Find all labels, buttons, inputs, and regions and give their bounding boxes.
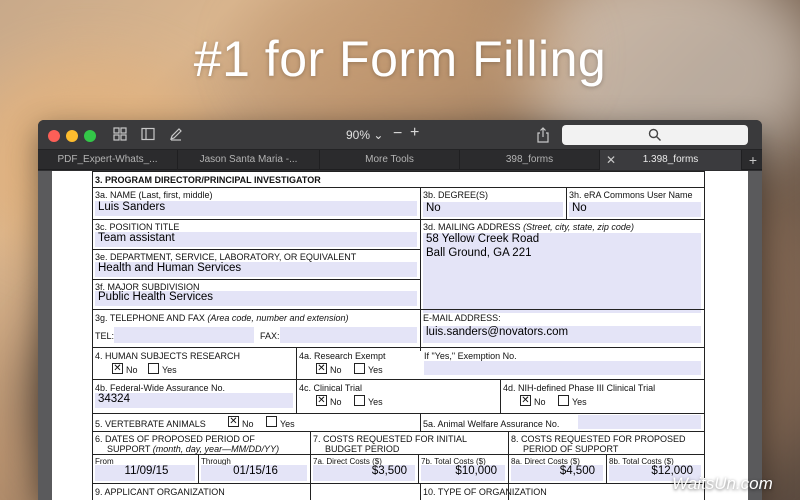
- direct-costs-8a-field[interactable]: $4,500: [511, 465, 603, 481]
- label-4a-research-exempt: 4a. Research Exempt: [299, 351, 386, 361]
- search-icon: [648, 128, 661, 141]
- search-field[interactable]: [562, 125, 748, 145]
- yes-label: Yes: [162, 365, 177, 375]
- label-3a-name: 3a. NAME (Last, first, middle): [95, 190, 213, 200]
- label-4c-clinical-trial: 4c. Clinical Trial: [299, 383, 363, 393]
- vertebrate-no-checkbox[interactable]: [228, 416, 239, 427]
- section-3-heading: 3. PROGRAM DIRECTOR/PRINCIPAL INVESTIGAT…: [95, 175, 321, 185]
- label-3g-telephone: 3g. TELEPHONE AND FAX (Area code, number…: [95, 313, 349, 323]
- watermark: WaitsUn.com: [672, 474, 773, 493]
- yes-label: Yes: [280, 419, 295, 429]
- tab-more-tools[interactable]: More Tools: [320, 150, 460, 170]
- from-date-field[interactable]: 11/09/15: [95, 465, 195, 481]
- tab-bar: PDF_Expert-Whats_... Jason Santa Maria -…: [38, 150, 762, 170]
- research-exempt-no-checkbox[interactable]: [316, 363, 327, 374]
- label-3c-position: 3c. POSITION TITLE: [95, 222, 180, 232]
- yes-label: Yes: [368, 365, 383, 375]
- clinical-trial-no-checkbox[interactable]: [316, 395, 327, 406]
- email-label: E-MAIL ADDRESS:: [423, 313, 501, 323]
- label-10-org-type: 10. TYPE OF ORGANIZATION: [423, 487, 547, 497]
- label-4d-phase-iii: 4d. NIH-defined Phase III Clinical Trial: [503, 383, 656, 393]
- direct-costs-7a-field[interactable]: $3,500: [313, 465, 415, 481]
- no-label: No: [126, 365, 138, 375]
- annotate-pen-icon[interactable]: [168, 127, 184, 143]
- label-7-costs: 7. COSTS REQUESTED FOR INITIAL: [313, 434, 468, 444]
- label-3d-mailing: 3d. MAILING ADDRESS (Street, city, state…: [423, 222, 634, 232]
- tab-1-398-forms[interactable]: 1.398_forms: [600, 150, 742, 170]
- tab-398-forms[interactable]: 398_forms: [460, 150, 600, 170]
- clinical-trial-yes-checkbox[interactable]: [354, 395, 365, 406]
- exemption-no-field[interactable]: [424, 361, 701, 375]
- zoom-level-value: 90%: [346, 128, 371, 142]
- fax-label: FAX:: [260, 331, 280, 341]
- yes-label: Yes: [368, 397, 383, 407]
- name-field[interactable]: Luis Sanders: [95, 201, 417, 216]
- label-3e-department: 3e. DEPARTMENT, SERVICE, LABORATORY, OR …: [95, 252, 357, 262]
- mailing-address-line2: Ball Ground, GA 221: [426, 247, 532, 259]
- app-window: 90% ⌄ − + PDF_Expert-Whats_... Jason San…: [38, 120, 762, 500]
- human-subjects-yes-checkbox[interactable]: [148, 363, 159, 374]
- hero-title: #1 for Form Filling: [193, 31, 607, 87]
- label-3h-era-commons: 3h. eRA Commons User Name: [569, 190, 693, 200]
- label-7-budget: BUDGET PERIOD: [325, 444, 400, 454]
- no-label: No: [534, 397, 546, 407]
- label-4-human-subjects: 4. HUMAN SUBJECTS RESEARCH: [95, 351, 241, 361]
- mailing-address-field[interactable]: 58 Yellow Creek Road Ball Ground, GA 221: [423, 233, 701, 313]
- animal-welfare-field[interactable]: [578, 415, 701, 429]
- chevron-down-icon: ⌄: [373, 128, 384, 142]
- close-tab-icon[interactable]: ✕: [606, 150, 616, 170]
- research-exempt-yes-checkbox[interactable]: [354, 363, 365, 374]
- minimize-window-button[interactable]: [66, 130, 78, 142]
- no-label: No: [330, 365, 342, 375]
- mailing-address-line1: 58 Yellow Creek Road: [426, 233, 540, 245]
- phase-iii-no-checkbox[interactable]: [520, 395, 531, 406]
- subdivision-field[interactable]: Public Health Services: [95, 291, 417, 306]
- label-4b-assurance: 4b. Federal-Wide Assurance No.: [95, 383, 226, 393]
- close-window-button[interactable]: [48, 130, 60, 142]
- vertebrate-yes-checkbox[interactable]: [266, 416, 277, 427]
- no-label: No: [242, 419, 254, 429]
- label-5-vertebrate: 5. VERTEBRATE ANIMALS: [95, 419, 206, 429]
- tab-jason-santa-maria[interactable]: Jason Santa Maria -...: [178, 150, 320, 170]
- zoom-level-dropdown[interactable]: 90% ⌄: [346, 128, 383, 142]
- pdf-page: 3. PROGRAM DIRECTOR/PRINCIPAL INVESTIGAT…: [52, 171, 748, 500]
- share-icon[interactable]: [536, 127, 550, 146]
- exemption-no-label: If "Yes," Exemption No.: [424, 351, 517, 361]
- sidebar-toggle-icon[interactable]: [140, 127, 156, 143]
- telephone-field[interactable]: [114, 327, 254, 343]
- assurance-no-field[interactable]: 34324: [95, 393, 293, 408]
- total-costs-7b-field[interactable]: $10,000: [421, 465, 505, 481]
- position-title-field[interactable]: Team assistant: [95, 232, 417, 247]
- era-commons-field[interactable]: No: [569, 202, 701, 217]
- document-area: 3. PROGRAM DIRECTOR/PRINCIPAL INVESTIGAT…: [38, 171, 762, 500]
- fullscreen-window-button[interactable]: [84, 130, 96, 142]
- label-8-period: PERIOD OF SUPPORT: [523, 444, 619, 454]
- zoom-in-button[interactable]: +: [410, 124, 419, 142]
- yes-label: Yes: [572, 397, 587, 407]
- phase-iii-yes-checkbox[interactable]: [558, 395, 569, 406]
- degree-field[interactable]: No: [423, 202, 563, 217]
- label-5a-animal-welfare: 5a. Animal Welfare Assurance No.: [423, 419, 560, 429]
- thumbnails-grid-icon[interactable]: [112, 127, 128, 143]
- label-6-dates: 6. DATES OF PROPOSED PERIOD OF: [95, 434, 255, 444]
- tab-pdf-expert[interactable]: PDF_Expert-Whats_...: [38, 150, 178, 170]
- through-date-field[interactable]: 01/15/16: [201, 465, 307, 481]
- label-9-applicant: 9. APPLICANT ORGANIZATION: [95, 487, 225, 497]
- label-6-support: SUPPORT (month, day, year—MM/DD/YY): [107, 444, 280, 454]
- tel-label: TEL:: [95, 331, 115, 341]
- label-3b-degree: 3b. DEGREE(S): [423, 190, 489, 200]
- no-label: No: [330, 397, 342, 407]
- human-subjects-no-checkbox[interactable]: [112, 363, 123, 374]
- fax-field[interactable]: [280, 327, 417, 343]
- title-bar: 90% ⌄ − +: [38, 120, 762, 150]
- tab-label: 1.398_forms: [642, 154, 699, 165]
- zoom-out-button[interactable]: −: [393, 125, 402, 143]
- email-field[interactable]: luis.sanders@novators.com: [423, 326, 701, 343]
- label-8-costs: 8. COSTS REQUESTED FOR PROPOSED: [511, 434, 686, 444]
- new-tab-button[interactable]: +: [744, 150, 762, 170]
- department-field[interactable]: Health and Human Services: [95, 262, 417, 277]
